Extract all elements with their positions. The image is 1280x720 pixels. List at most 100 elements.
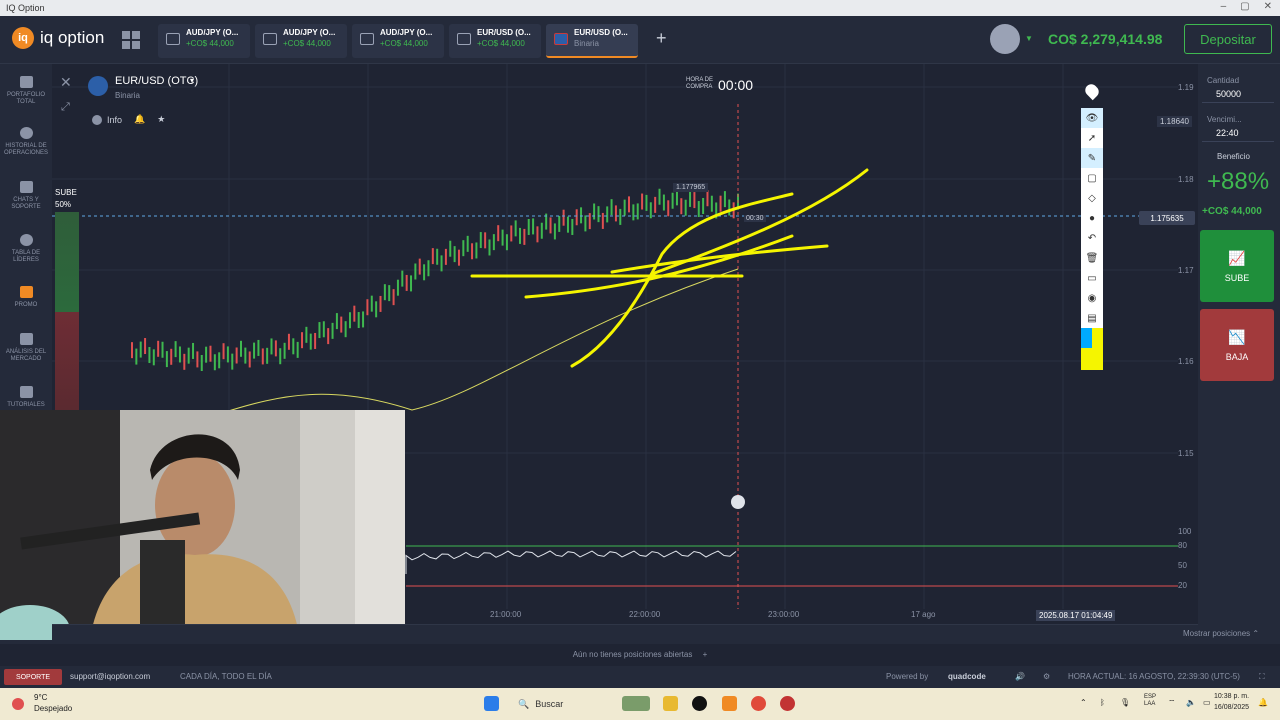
clipboard-icon[interactable]: ▤ [1081, 308, 1103, 328]
high-price-label: 1.177965 [673, 183, 709, 192]
recorder-icon[interactable] [780, 696, 795, 711]
iqoption-taskbar-icon[interactable] [722, 696, 737, 711]
asset-tab[interactable]: AUD/JPY (O... +CO$ 44,000 [352, 24, 444, 58]
selected-color-swatch[interactable] [1081, 348, 1103, 370]
eye-icon[interactable]: 👁 [1081, 108, 1103, 128]
cursor-icon[interactable]: ➚ [1081, 128, 1103, 148]
taskbar-search[interactable]: 🔍 Buscar [512, 694, 612, 714]
asset-type: Binaria [115, 91, 140, 100]
volume-icon[interactable]: 🔊 [1015, 672, 1025, 681]
chevron-up-icon: ⌃ [1252, 629, 1260, 638]
sidebar-item-chats[interactable]: CHATS Y SOPORTE [0, 181, 52, 211]
asset-tab-profit: +CO$ 44,000 [477, 39, 525, 48]
widgets-icon[interactable] [622, 696, 650, 711]
monitor-icon[interactable]: ▭ [1081, 268, 1103, 288]
expiry-input[interactable]: 22:40 [1202, 126, 1274, 142]
clock-time[interactable]: 10:38 p. m. [1214, 693, 1249, 700]
eraser-icon[interactable]: ◇ [1081, 188, 1103, 208]
sell-down-button[interactable]: 📉 BAJA [1200, 309, 1274, 381]
asset-tab-active[interactable]: EUR/USD (O... Binaria [546, 24, 638, 58]
window-title: IQ Option [6, 3, 45, 13]
mic-icon[interactable]: 🎙 [1120, 698, 1130, 707]
flag-icon [457, 33, 471, 45]
sidebar-item-portfolio[interactable]: PORTAFOLIO TOTAL [0, 76, 52, 106]
sidebar-item-label: ANÁLISIS DEL MERCADO [5, 349, 47, 363]
support-button[interactable]: SOPORTE [4, 669, 62, 685]
star-icon[interactable]: ★ [157, 114, 165, 125]
minimize-icon[interactable]: – [1221, 1, 1227, 12]
folder-icon[interactable] [663, 696, 678, 711]
pencil-icon[interactable]: ✎ [1081, 148, 1103, 168]
asset-info-row: Info 🔔 ★ [92, 114, 165, 125]
buy-up-button[interactable]: 📈 SUBE [1200, 230, 1274, 302]
sidebar-item-promo[interactable]: PROMO [0, 286, 52, 309]
trash-icon[interactable]: 🗑 [1081, 248, 1103, 268]
language-indicator[interactable]: ESP LAA [1144, 694, 1156, 708]
account-balance[interactable]: CO$ 2,279,414.98 [1048, 31, 1162, 47]
x-tick: 21:00:00 [490, 610, 522, 619]
gear-icon[interactable]: ⚙ [1043, 672, 1050, 681]
dot-icon[interactable]: ● [1081, 208, 1103, 228]
asset-name: EUR/USD (OTC) [115, 75, 199, 87]
rectangle-icon[interactable]: ▢ [1081, 168, 1103, 188]
battery-icon[interactable]: ▭ [1203, 698, 1211, 707]
show-positions-button[interactable]: Mostrar posiciones ⌃ [1183, 629, 1259, 638]
color-palette[interactable] [1081, 328, 1103, 348]
asset-tab-profit: +CO$ 44,000 [380, 39, 428, 48]
asset-tab[interactable]: AUD/JPY (O... +CO$ 44,000 [158, 24, 250, 58]
weather-desc: Despejado [34, 704, 73, 713]
volume-tray-icon[interactable]: 🔈 [1186, 698, 1196, 707]
bell-icon[interactable]: 🔔 [134, 114, 145, 125]
sidebar-item-tutorials[interactable]: TUTORIALES [0, 386, 52, 409]
notification-icon[interactable]: 🔔 [1258, 698, 1268, 707]
sidebar-item-leaders[interactable]: TABLA DE LÍDERES [0, 234, 52, 264]
expiry-label: Vencimi... [1207, 115, 1242, 124]
sidebar-item-label: PROMO [14, 302, 38, 308]
logo-text: iq option [40, 28, 105, 47]
profit-amount: +CO$ 44,000 [1202, 206, 1262, 217]
sidebar-item-analysis[interactable]: ANÁLISIS DEL MERCADO [0, 333, 52, 363]
chart-zoom-handle [731, 495, 745, 509]
gift-icon [19, 286, 33, 298]
wifi-icon[interactable]: ⌔ [1168, 698, 1176, 708]
small-timer: 00:30 [744, 215, 766, 222]
apps-grid-icon[interactable] [122, 31, 140, 49]
weather-temp[interactable]: 9°C [34, 693, 47, 702]
amount-input[interactable]: 50000 [1202, 87, 1274, 103]
y-tick: 1.17 [1178, 266, 1194, 275]
avatar[interactable] [990, 24, 1020, 54]
app-icon[interactable] [692, 696, 707, 711]
expand-icon[interactable]: ⤢ [61, 101, 70, 114]
osc-tick: 100 [1178, 527, 1192, 536]
info-button[interactable]: Info [92, 114, 123, 125]
clock-date[interactable]: 16/08/2025 [1214, 704, 1249, 711]
osc-tick: 20 [1178, 581, 1187, 590]
close-window-icon[interactable]: ✕ [1264, 1, 1272, 12]
support-label: SOPORTE [15, 673, 51, 681]
deposit-button[interactable]: Depositar [1184, 24, 1272, 54]
current-time: HORA ACTUAL: 16 AGOSTO, 22:39:30 (UTC-5) [1068, 672, 1240, 681]
add-tab-button[interactable]: + [656, 28, 667, 49]
sidebar-item-history[interactable]: HISTORIAL DE OPERACIONES [0, 127, 52, 157]
bluetooth-icon[interactable]: ᛒ [1100, 698, 1105, 707]
maximize-icon[interactable]: ▢ [1240, 1, 1249, 12]
info-icon [92, 114, 102, 125]
graduation-icon [19, 386, 33, 398]
asset-tab[interactable]: AUD/JPY (O... +CO$ 44,000 [255, 24, 347, 58]
chevron-down-icon[interactable]: ▼ [1025, 34, 1033, 43]
tray-chevron-icon[interactable]: ⌃ [1080, 698, 1087, 707]
sentiment-meter [55, 212, 79, 412]
undo-icon[interactable]: ↶ [1081, 228, 1103, 248]
iqoption-logo[interactable]: iq iq option [12, 27, 104, 49]
camera-icon[interactable]: ◉ [1081, 288, 1103, 308]
alert-price-marker[interactable]: 1.18640 [1157, 116, 1192, 127]
chrome-icon[interactable] [751, 696, 766, 711]
fullscreen-icon[interactable]: ⛶ [1259, 672, 1265, 682]
info-label: Info [107, 114, 123, 125]
support-email[interactable]: support@iqoption.com [70, 672, 150, 681]
weather-icon [12, 698, 24, 710]
windows-start-icon[interactable] [484, 696, 499, 711]
add-position-button[interactable]: + [703, 650, 708, 659]
asset-tab[interactable]: EUR/USD (O... +CO$ 44,000 [449, 24, 541, 58]
close-chart-icon[interactable]: ✕ [60, 74, 72, 91]
